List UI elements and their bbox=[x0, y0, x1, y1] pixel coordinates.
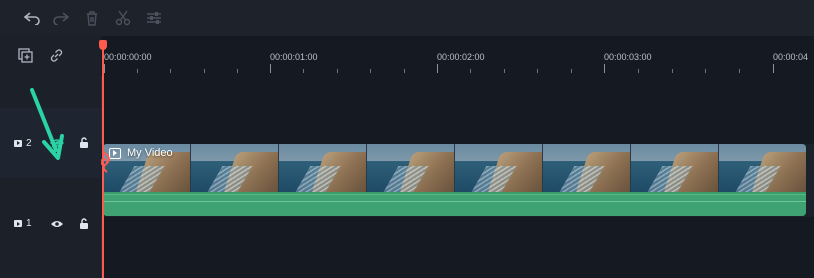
clip-thumbnail bbox=[367, 144, 455, 192]
ruler-minor-tick bbox=[672, 69, 673, 73]
eye-icon[interactable] bbox=[50, 219, 64, 229]
ruler-label: 00:00:01:00 bbox=[270, 52, 318, 62]
delete-icon[interactable] bbox=[83, 9, 101, 27]
ruler-minor-tick bbox=[137, 69, 138, 73]
ruler-label: 00:00:03:00 bbox=[604, 52, 652, 62]
ruler-major-tick bbox=[437, 64, 438, 73]
clip-audio-lane bbox=[103, 194, 806, 216]
ruler-minor-tick bbox=[237, 69, 238, 73]
clip-thumbnail bbox=[631, 144, 719, 192]
ruler-minor-tick bbox=[705, 69, 706, 73]
track-header-1: 1 bbox=[0, 205, 101, 242]
ruler-minor-tick bbox=[370, 69, 371, 73]
main-toolbar bbox=[0, 0, 814, 37]
ruler-minor-tick bbox=[170, 69, 171, 73]
ruler-minor-tick bbox=[470, 69, 471, 73]
ruler-minor-tick bbox=[404, 69, 405, 73]
clip-thumbnail bbox=[719, 144, 806, 192]
video-track-icon bbox=[14, 139, 22, 147]
clip-thumbnail bbox=[279, 144, 367, 192]
timeline-ruler[interactable]: 00:00:00:00 00:00:01:00 00:00:02:00 00:0… bbox=[101, 36, 814, 76]
add-track-icon[interactable] bbox=[16, 46, 34, 64]
unlock-icon[interactable] bbox=[79, 217, 89, 230]
clip-thumbnail bbox=[543, 144, 631, 192]
ruler-label: 00:00:04 bbox=[773, 52, 809, 62]
ruler-major-tick bbox=[604, 64, 605, 73]
video-clip[interactable]: My Video bbox=[103, 144, 806, 216]
ruler-minor-tick bbox=[537, 69, 538, 73]
clip-thumbnail bbox=[455, 144, 543, 192]
unlock-icon[interactable] bbox=[79, 137, 89, 149]
adjust-icon[interactable] bbox=[145, 9, 163, 27]
clip-thumbnail bbox=[191, 144, 279, 192]
ruler-minor-tick bbox=[638, 69, 639, 73]
ruler-minor-tick bbox=[204, 69, 205, 73]
track-label-1: 1 bbox=[14, 218, 32, 229]
annotation-arrow-icon bbox=[30, 88, 64, 160]
undo-icon[interactable] bbox=[23, 9, 41, 27]
ruler-major-tick bbox=[270, 64, 271, 73]
ruler-major-tick bbox=[773, 64, 774, 73]
playhead-handle[interactable] bbox=[99, 40, 107, 50]
split-marker-icon bbox=[101, 151, 110, 173]
ruler-label: 00:00:00:00 bbox=[104, 52, 152, 62]
link-icon[interactable] bbox=[47, 46, 65, 64]
ruler-minor-tick bbox=[739, 69, 740, 73]
ruler-major-tick bbox=[104, 64, 105, 73]
redo-icon[interactable] bbox=[52, 9, 70, 27]
ruler-minor-tick bbox=[571, 69, 572, 73]
clip-title: My Video bbox=[109, 147, 173, 159]
ruler-minor-tick bbox=[303, 69, 304, 73]
cut-icon[interactable] bbox=[114, 9, 132, 27]
video-track-icon bbox=[14, 220, 22, 227]
clip-thumbnails bbox=[103, 144, 806, 192]
ruler-minor-tick bbox=[337, 69, 338, 73]
ruler-minor-tick bbox=[504, 69, 505, 73]
ruler-label: 00:00:02:00 bbox=[437, 52, 485, 62]
clip-title-text: My Video bbox=[127, 147, 173, 159]
track-number: 1 bbox=[26, 218, 32, 229]
